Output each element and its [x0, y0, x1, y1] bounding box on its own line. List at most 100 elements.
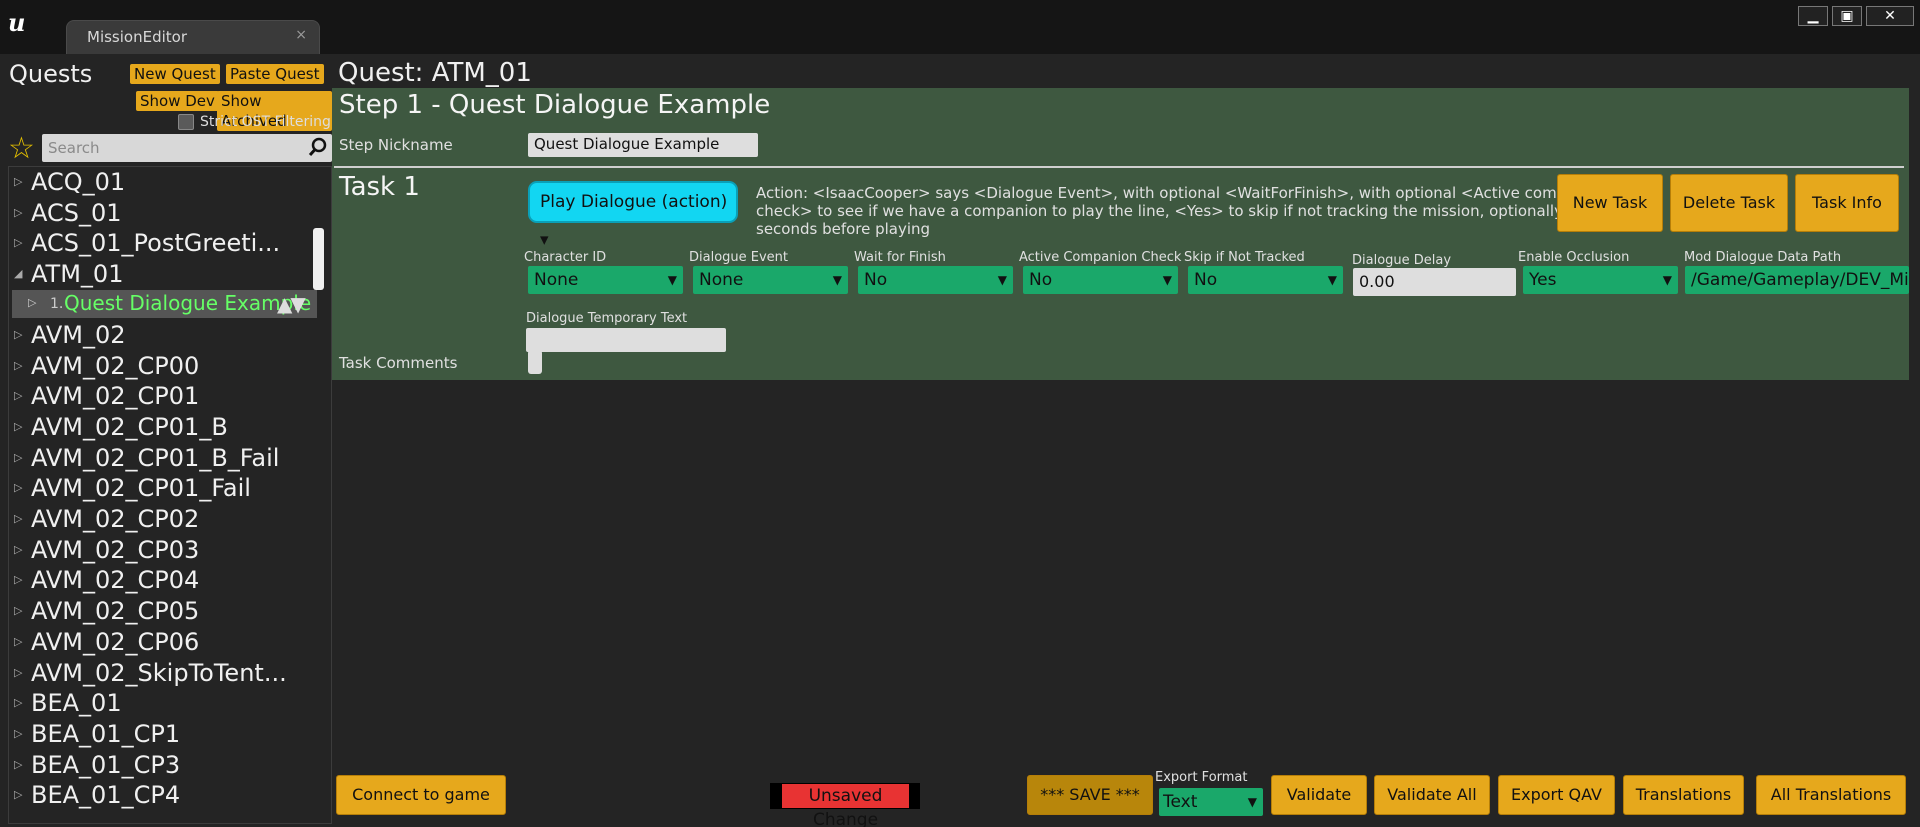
quest-list-item-label: AVM_02_CP02	[31, 505, 200, 533]
quest-list-item[interactable]: ◢ ATM_01	[9, 259, 319, 289]
search-icon[interactable]	[308, 137, 328, 157]
wait-for-finish-dropdown[interactable]: No ▼	[858, 266, 1013, 294]
triangle-down-icon[interactable]: ◢	[14, 267, 22, 280]
triangle-right-icon[interactable]: ▷	[14, 175, 22, 188]
connect-to-game-button[interactable]: Connect to game	[336, 775, 506, 815]
all-translations-button[interactable]: All Translations	[1756, 775, 1906, 815]
triangle-right-icon[interactable]: ▷	[14, 788, 22, 801]
quest-list-item-label: AVM_02_CP06	[31, 627, 200, 656]
quest-list-item[interactable]: ▷ BEA_01_CP4	[9, 780, 319, 810]
triangle-right-icon[interactable]: ▷	[14, 573, 22, 586]
quest-list-item[interactable]: ▷ AVM_02_CP01	[9, 381, 319, 411]
wait-for-finish-label: Wait for Finish	[854, 250, 946, 265]
quest-list-scrollbar[interactable]	[313, 228, 324, 290]
triangle-right-icon[interactable]: ▷	[14, 206, 22, 219]
active-companion-dropdown[interactable]: No ▼	[1023, 266, 1178, 294]
temp-text-input[interactable]	[526, 328, 726, 352]
search-input[interactable]	[42, 135, 292, 161]
quest-list-item[interactable]: ▷ AVM_02	[9, 320, 319, 350]
skip-not-tracked-value: No	[1194, 270, 1218, 290]
maximize-button[interactable]: ▣	[1832, 6, 1862, 26]
dialogue-event-dropdown[interactable]: None ▼	[693, 266, 848, 294]
skip-not-tracked-dropdown[interactable]: No ▼	[1188, 266, 1343, 294]
title-bar: u MissionEditor × ▁ ▣ ✕	[0, 0, 1920, 54]
quest-list-item[interactable]: ▷ AVM_02_CP05	[9, 596, 319, 626]
quest-list-item-label: AVM_02_CP01_B	[31, 412, 228, 441]
close-window-button[interactable]: ✕	[1866, 6, 1914, 26]
translations-button[interactable]: Translations	[1623, 775, 1744, 815]
triangle-right-icon[interactable]: ▷	[14, 236, 22, 249]
dialogue-delay-label: Dialogue Delay	[1352, 253, 1452, 268]
quest-list-item[interactable]: ▷ AVM_02_CP06	[9, 627, 319, 657]
action-type-dropdown[interactable]: Play Dialogue (action) ▾	[528, 181, 738, 250]
step-panel: Step 1 - Quest Dialogue Example Step Nic…	[332, 88, 1909, 380]
validate-all-button[interactable]: Validate All	[1374, 775, 1490, 815]
quest-list-item[interactable]: ▷ AVM_02_CP02	[9, 504, 319, 534]
mod-path-input[interactable]: /Game/Gameplay/DEV_Missi	[1685, 266, 1909, 294]
star-icon[interactable]: ☆	[8, 134, 35, 164]
quest-list-item[interactable]: ▷ AVM_02_CP01_B	[9, 412, 319, 442]
quest-list-item[interactable]: ▷ AVM_02_CP00	[9, 351, 319, 381]
strict-filter-toggle[interactable]: Strict OST Filtering	[178, 114, 331, 130]
quest-list-item[interactable]: ▷ AVM_02_CP03	[9, 535, 319, 565]
quest-list-item[interactable]: ▷ BEA_01_CP3	[9, 750, 319, 780]
tab-close-icon[interactable]: ×	[295, 27, 307, 43]
quest-step-item[interactable]: ▷ 1. Quest Dialogue Example ▲▼	[12, 289, 317, 318]
enable-occlusion-dropdown[interactable]: Yes ▼	[1523, 266, 1678, 294]
quest-list-item[interactable]: ▷ ACS_01	[9, 198, 319, 228]
step-title: Step 1 - Quest Dialogue Example	[339, 90, 771, 120]
character-id-dropdown[interactable]: None ▼	[528, 266, 683, 294]
chevron-down-icon: ▼	[1327, 273, 1337, 287]
temp-text-label: Dialogue Temporary Text	[526, 311, 688, 326]
new-task-button[interactable]: New Task	[1557, 174, 1663, 232]
save-button[interactable]: *** SAVE ***	[1027, 775, 1153, 815]
strict-filter-checkbox[interactable]	[178, 114, 194, 130]
reorder-arrows-icon[interactable]: ▲▼	[277, 292, 306, 316]
chevron-down-icon: ▼	[1162, 273, 1172, 287]
quest-list-item[interactable]: ▷ AVM_02_CP01_Fail	[9, 473, 319, 503]
quest-list-item-label: AVM_02_CP01	[31, 382, 200, 411]
tab-label: MissionEditor	[87, 28, 187, 46]
export-qav-button[interactable]: Export QAV	[1498, 775, 1615, 815]
triangle-right-icon[interactable]: ▷	[14, 604, 22, 617]
step-nickname-input[interactable]: Quest Dialogue Example	[528, 133, 758, 157]
show-dev-button[interactable]: Show Dev	[136, 91, 219, 111]
triangle-right-icon[interactable]: ▷	[14, 696, 22, 709]
dialogue-delay-input[interactable]: 0.00	[1353, 268, 1516, 296]
task-info-button[interactable]: Task Info	[1795, 174, 1899, 232]
quest-list-item[interactable]: ▷ BEA_01_CP1	[9, 719, 319, 749]
triangle-right-icon[interactable]: ▷	[14, 727, 22, 740]
quest-list-item[interactable]: ▷ AVM_02_CP04	[9, 565, 319, 595]
unsaved-change-indicator: Unsaved Change	[770, 783, 920, 827]
search-box[interactable]	[42, 134, 332, 162]
task-comments-input[interactable]	[528, 350, 542, 374]
triangle-right-icon[interactable]: ▷	[14, 512, 22, 525]
triangle-right-icon[interactable]: ▷	[14, 758, 22, 771]
triangle-right-icon[interactable]: ▷	[14, 481, 22, 494]
tab-mission-editor[interactable]: MissionEditor ×	[66, 20, 320, 54]
new-quest-button[interactable]: New Quest	[130, 64, 220, 84]
active-companion-label: Active Companion Check	[1019, 250, 1182, 265]
triangle-right-icon[interactable]: ▷	[14, 666, 22, 679]
triangle-right-icon[interactable]: ▷	[14, 359, 22, 372]
triangle-right-icon[interactable]: ▷	[14, 420, 22, 433]
quest-list-item[interactable]: ▷ ACQ_01	[9, 167, 319, 197]
triangle-right-icon[interactable]: ▷	[14, 635, 22, 648]
validate-button[interactable]: Validate	[1271, 775, 1367, 815]
quest-list-item[interactable]: ▷ BEA_01	[9, 688, 319, 718]
quest-list-item[interactable]: ▷ ACS_01_PostGreeti...	[9, 228, 319, 258]
quest-list-item[interactable]: ▷ AVM_02_CP01_B_Fail	[9, 443, 319, 473]
task-comments-label: Task Comments	[339, 354, 458, 372]
triangle-right-icon[interactable]: ▷	[14, 389, 22, 402]
quest-list-item[interactable]: ▷ AVM_02_SkipToTent...	[9, 658, 319, 688]
triangle-right-icon[interactable]: ▷	[14, 543, 22, 556]
delete-task-button[interactable]: Delete Task	[1670, 174, 1788, 232]
quest-list[interactable]: ▷ ACQ_01 ▷ ACS_01 ▷ ACS_01_PostGreeti... ◢ ATM_…	[8, 166, 332, 824]
triangle-right-icon[interactable]: ▷	[14, 328, 22, 341]
quest-list-item-label: AVM_02_SkipToTent...	[31, 658, 287, 687]
paste-quest-button[interactable]: Paste Quest	[226, 64, 324, 84]
triangle-right-icon[interactable]: ▷	[14, 451, 22, 464]
triangle-right-icon[interactable]: ▷	[28, 296, 36, 309]
export-format-dropdown[interactable]: Text ▼	[1159, 788, 1263, 816]
minimize-button[interactable]: ▁	[1798, 6, 1828, 26]
